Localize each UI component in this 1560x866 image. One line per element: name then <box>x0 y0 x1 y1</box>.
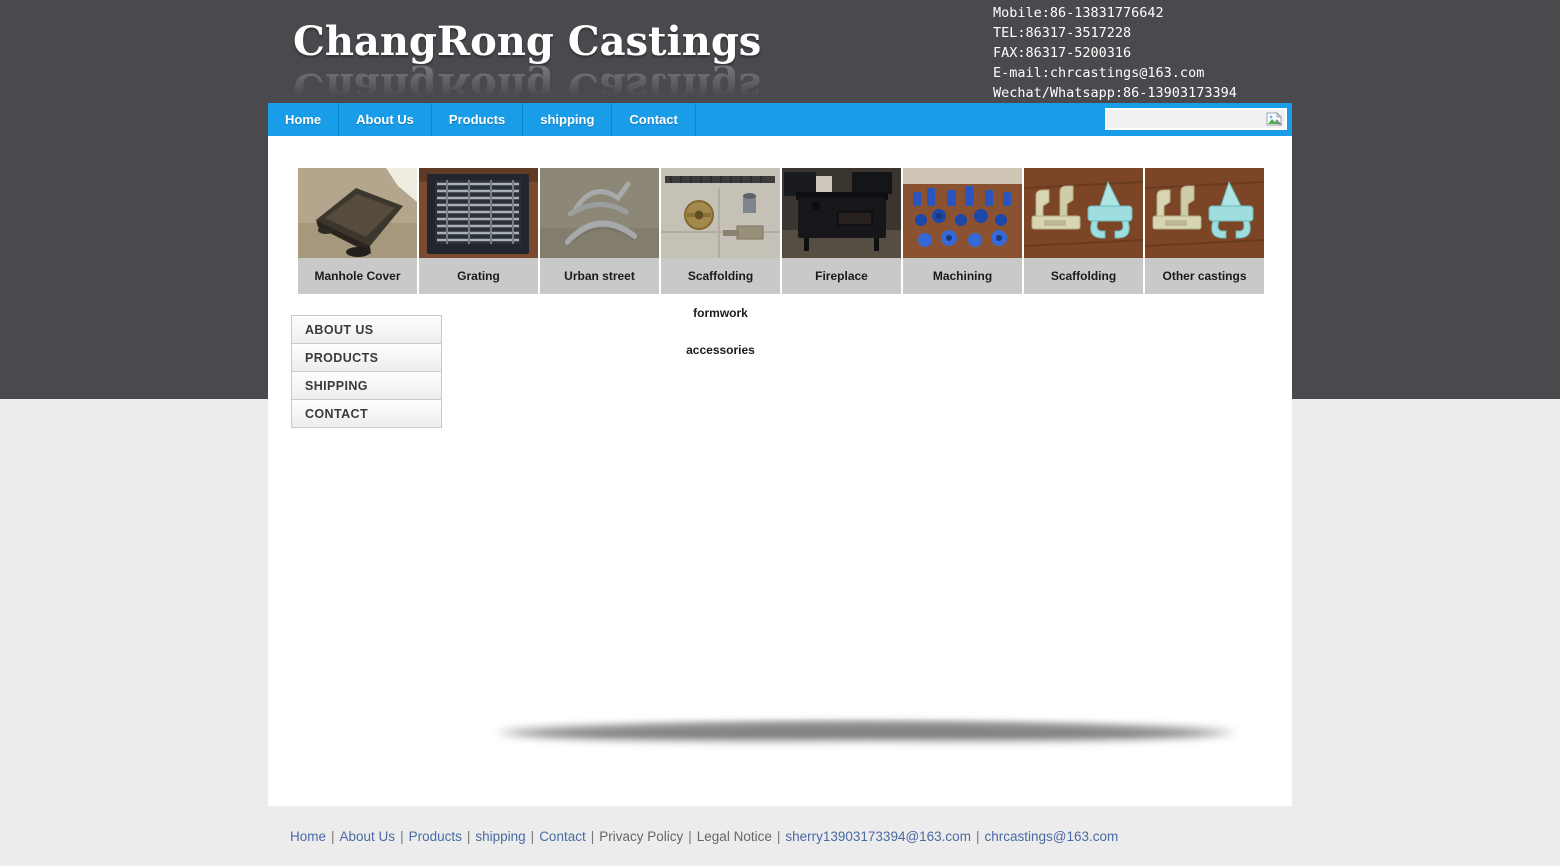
footer-email-chrcastings[interactable]: chrcastings@163.com <box>984 829 1118 844</box>
nav-item-contact[interactable]: Contact <box>612 103 695 136</box>
fireplace-image <box>782 168 901 258</box>
footer-separator: | <box>531 829 535 844</box>
urban-street-image <box>540 168 659 258</box>
main-nav: Home About Us Products shipping Contact <box>268 103 1292 136</box>
nav-item-about-us[interactable]: About Us <box>339 103 432 136</box>
category-label: Scaffolding <box>1024 258 1143 295</box>
category-strip: Manhole Cover <box>298 168 1264 294</box>
footer-link-home[interactable]: Home <box>290 829 326 844</box>
category-label: Scaffolding formwork accessories <box>661 258 780 369</box>
content-column: Home About Us Products shipping Contact <box>268 103 1292 806</box>
footer-separator: | <box>331 829 335 844</box>
category-label: Machining <box>903 258 1022 295</box>
nav-item-home[interactable]: Home <box>268 103 339 136</box>
category-label-bar: Machining <box>903 258 1022 294</box>
category-label: Manhole Cover <box>298 258 417 295</box>
contact-wechat: Wechat/Whatsapp:86-13903173394 <box>993 83 1237 103</box>
contact-email: E-mail:chrcastings@163.com <box>993 63 1237 83</box>
sidebar-item-shipping[interactable]: SHIPPING <box>292 372 441 400</box>
category-label: Grating <box>419 258 538 295</box>
footer-privacy-policy: Privacy Policy <box>599 829 683 844</box>
footer-separator: | <box>400 829 404 844</box>
category-card-urban-street[interactable]: Urban street <box>540 168 659 294</box>
footer-separator: | <box>777 829 781 844</box>
footer-separator: | <box>688 829 692 844</box>
header-contact-info: Mobile:86-13831776642 TEL:86317-3517228 … <box>993 3 1237 103</box>
category-label-bar: Scaffolding <box>1024 258 1143 294</box>
contact-tel: TEL:86317-3517228 <box>993 23 1237 43</box>
sidebar-menu: ABOUT US PRODUCTS SHIPPING CONTACT <box>291 315 442 428</box>
nav-item-products[interactable]: Products <box>432 103 523 136</box>
other-castings-image <box>1145 168 1264 258</box>
contact-fax: FAX:86317-5200316 <box>993 43 1237 63</box>
category-card-other-castings[interactable]: Other castings <box>1145 168 1264 294</box>
manhole-cover-image <box>298 168 417 258</box>
sidebar-item-products[interactable]: PRODUCTS <box>292 344 441 372</box>
search-input[interactable] <box>1107 110 1285 128</box>
footer-separator: | <box>591 829 595 844</box>
footer-link-contact[interactable]: Contact <box>539 829 586 844</box>
scaffolding-formwork-image <box>661 168 780 258</box>
footer-separator: | <box>976 829 980 844</box>
main-panel: Manhole Cover <box>268 136 1292 806</box>
sidebar-item-contact[interactable]: CONTACT <box>292 400 441 428</box>
category-label: Other castings <box>1145 258 1264 295</box>
sidebar-item-about-us[interactable]: ABOUT US <box>292 316 441 344</box>
category-card-scaffolding[interactable]: Scaffolding <box>1024 168 1143 294</box>
footer-legal-notice: Legal Notice <box>697 829 772 844</box>
search-box <box>1105 108 1287 130</box>
category-label-bar: Urban street <box>540 258 659 294</box>
category-label-bar: Manhole Cover <box>298 258 417 294</box>
category-card-grating[interactable]: Grating <box>419 168 538 294</box>
contact-mobile: Mobile:86-13831776642 <box>993 3 1237 23</box>
scaffolding-clamps-image <box>1024 168 1143 258</box>
category-card-machining[interactable]: Machining <box>903 168 1022 294</box>
grating-image <box>419 168 538 258</box>
category-label-bar: Other castings <box>1145 258 1264 294</box>
site-logo: ChangRong Castings <box>293 18 761 65</box>
category-card-manhole-cover[interactable]: Manhole Cover <box>298 168 417 294</box>
content-shadow <box>480 710 1252 754</box>
category-label: Fireplace <box>782 258 901 295</box>
category-label-bar: Fireplace <box>782 258 901 294</box>
nav-item-shipping[interactable]: shipping <box>523 103 612 136</box>
footer-separator: | <box>467 829 471 844</box>
category-card-scaffolding-formwork[interactable]: Scaffolding formwork accessories <box>661 168 780 294</box>
footer-link-products[interactable]: Products <box>409 829 462 844</box>
broken-image-icon[interactable] <box>1266 111 1282 127</box>
footer-email-sherry[interactable]: sherry13903173394@163.com <box>785 829 971 844</box>
footer-link-about-us[interactable]: About Us <box>340 829 396 844</box>
footer-link-shipping[interactable]: shipping <box>475 829 525 844</box>
category-label-bar: Scaffolding formwork accessories <box>661 258 780 294</box>
category-label: Urban street <box>540 258 659 295</box>
footer-links: Home | About Us | Products | shipping | Contact |… <box>290 829 1118 844</box>
category-label-bar: Grating <box>419 258 538 294</box>
category-card-fireplace[interactable]: Fireplace <box>782 168 901 294</box>
machining-image <box>903 168 1022 258</box>
